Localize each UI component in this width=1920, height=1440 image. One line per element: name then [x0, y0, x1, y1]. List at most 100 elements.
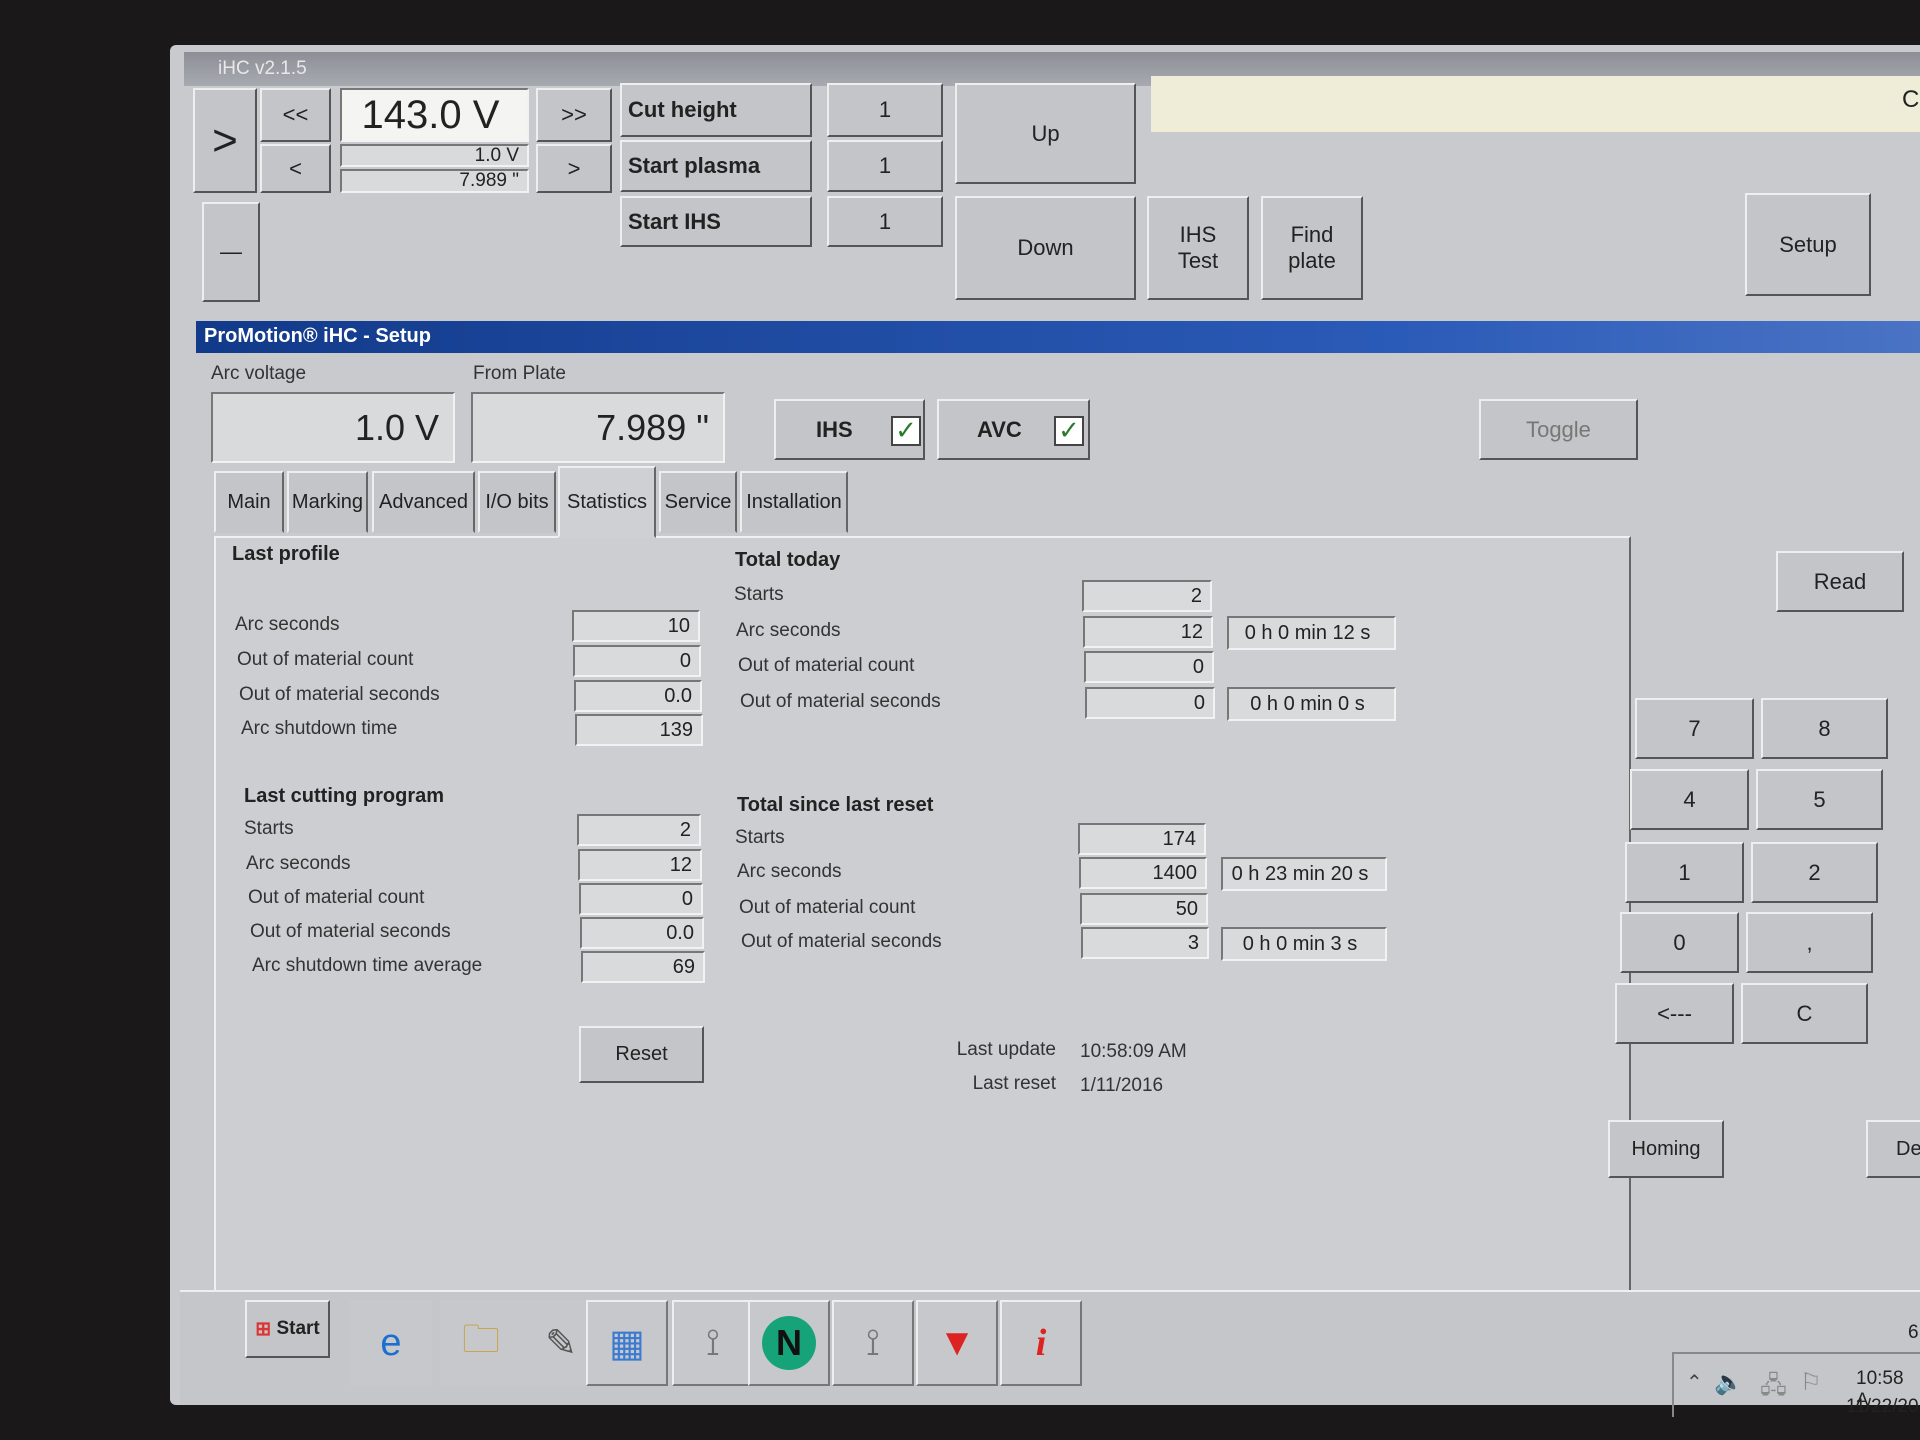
stat-label: Out of material count	[738, 655, 915, 676]
stat-value: 0	[1085, 687, 1215, 719]
arc-voltage-value: 1.0 V	[211, 392, 455, 463]
stat-label: Out of material count	[237, 649, 414, 670]
tab-main[interactable]: Main	[214, 471, 284, 533]
param-label-2: Start IHS	[620, 196, 812, 247]
tab-installation[interactable]: Installation	[740, 471, 848, 533]
stat-value: 12	[1083, 616, 1213, 648]
last-reset-label: Last reset	[972, 1073, 1056, 1094]
stat-time: 0 h 0 min 12 s	[1227, 616, 1396, 650]
key-9[interactable]: C	[1741, 983, 1868, 1044]
stat-label: Out of material seconds	[250, 921, 451, 942]
tab-iobits[interactable]: I/O bits	[478, 471, 556, 533]
key-2[interactable]: 4	[1630, 769, 1749, 830]
volume-icon[interactable]: 🔈	[1714, 1368, 1744, 1397]
start-button[interactable]: ⊞ Start	[245, 1300, 330, 1358]
stat-label: Starts	[244, 818, 294, 839]
fast-left-button[interactable]: <<	[260, 88, 331, 142]
n-app-icon[interactable]: N	[748, 1300, 830, 1386]
avc-label: AVC	[977, 416, 1022, 442]
minus-button[interactable]: —	[202, 202, 260, 302]
key-6[interactable]: 0	[1620, 912, 1739, 973]
arc-voltage-small: 1.0 V	[340, 144, 529, 167]
stat-value: 2	[577, 814, 701, 846]
param-value-2[interactable]: 1	[827, 196, 943, 247]
torch-height-icon[interactable]: ⟟	[832, 1300, 914, 1386]
folder-icon[interactable]: 🗀	[440, 1300, 522, 1386]
internet-explorer-icon[interactable]: e	[350, 1300, 432, 1386]
stat-value: 3	[1081, 927, 1209, 959]
key-0[interactable]: 7	[1635, 698, 1754, 759]
stat-label: Arc seconds	[235, 614, 340, 635]
stat-label: Arc seconds	[737, 861, 842, 882]
key-5[interactable]: 2	[1751, 842, 1878, 903]
stat-value: 1400	[1079, 857, 1207, 889]
key-1[interactable]: 8	[1761, 698, 1888, 759]
from-plate-value: 7.989 "	[471, 392, 725, 463]
stat-time: 0 h 0 min 3 s	[1221, 927, 1387, 961]
info-icon[interactable]: i	[1000, 1300, 1082, 1386]
down-button[interactable]: Down	[955, 196, 1136, 300]
stat-value: 0	[579, 883, 703, 915]
de-button[interactable]: De	[1866, 1120, 1920, 1178]
stat-label: Arc seconds	[246, 853, 351, 874]
toggle-button[interactable]: Toggle	[1479, 399, 1638, 460]
key-4[interactable]: 1	[1625, 842, 1744, 903]
tab-advanced[interactable]: Advanced	[372, 471, 475, 533]
stat-time: 0 h 0 min 0 s	[1227, 687, 1396, 721]
last-update-label: Last update	[956, 1039, 1056, 1060]
status-edge-char: C	[1902, 86, 1920, 113]
edge-char: 6	[1908, 1322, 1919, 1343]
stat-value: 10	[572, 610, 700, 642]
stat-label: Starts	[735, 827, 785, 848]
plasma-icon[interactable]: ▼	[916, 1300, 998, 1386]
last-reset-value: 1/11/2016	[1080, 1075, 1164, 1096]
ihs-test-button[interactable]: IHS Test	[1147, 196, 1249, 300]
show-hidden-icons-icon[interactable]: ⌃	[1686, 1370, 1703, 1395]
stat-label: Arc seconds	[736, 620, 841, 641]
tab-marking[interactable]: Marking	[287, 471, 368, 533]
stat-label: Out of material seconds	[740, 691, 941, 712]
key-8[interactable]: <---	[1615, 983, 1734, 1044]
stat-value: 2	[1082, 580, 1212, 612]
param-value-1[interactable]: 1	[827, 140, 943, 192]
network-icon[interactable]: ▦	[586, 1300, 668, 1386]
fast-right-button[interactable]: >>	[536, 88, 612, 142]
from-plate-label: From Plate	[473, 363, 566, 384]
stat-value: 0.0	[580, 917, 704, 949]
param-value-0[interactable]: 1	[827, 83, 943, 137]
stat-label: Out of material count	[739, 897, 916, 918]
setup-button[interactable]: Setup	[1745, 193, 1871, 296]
find-plate-button[interactable]: Find plate	[1261, 196, 1363, 300]
jog-right-button[interactable]: >	[193, 88, 257, 193]
right-button[interactable]: >	[536, 144, 612, 193]
reset-button[interactable]: Reset	[579, 1026, 704, 1083]
key-7[interactable]: ,	[1746, 912, 1873, 973]
total-reset-heading: Total since last reset	[737, 794, 934, 816]
homing-button[interactable]: Homing	[1608, 1120, 1724, 1178]
tab-statistics[interactable]: Statistics	[558, 466, 656, 538]
stat-label: Starts	[734, 584, 784, 605]
start-label: Start	[276, 1318, 320, 1339]
arc-voltage-label: Arc voltage	[211, 363, 307, 384]
action-center-flag-icon[interactable]: ⚐	[1800, 1368, 1822, 1397]
key-3[interactable]: 5	[1756, 769, 1883, 830]
stat-time: 0 h 23 min 20 s	[1221, 857, 1387, 891]
torch-icon[interactable]: ⟟	[672, 1300, 754, 1386]
clock-date[interactable]: 11/22/20	[1846, 1396, 1919, 1418]
ihs-checkbox[interactable]: ✓	[891, 416, 921, 446]
network-tray-icon[interactable]: 🖧	[1760, 1368, 1787, 1409]
tab-service[interactable]: Service	[659, 471, 737, 533]
stat-label: Out of material count	[248, 887, 425, 908]
left-button[interactable]: <	[260, 144, 331, 193]
read-button[interactable]: Read	[1776, 551, 1904, 612]
ihs-label: IHS	[816, 416, 853, 442]
avc-checkbox[interactable]: ✓	[1054, 416, 1084, 446]
last-profile-heading: Last profile	[232, 543, 340, 565]
stat-value: 0	[1084, 651, 1214, 683]
stat-value: 50	[1080, 893, 1208, 925]
param-label-1: Start plasma	[620, 140, 812, 192]
up-button[interactable]: Up	[955, 83, 1136, 184]
stat-value: 0.0	[574, 680, 702, 712]
stat-value: 69	[581, 951, 705, 983]
height-small: 7.989 "	[340, 169, 529, 193]
